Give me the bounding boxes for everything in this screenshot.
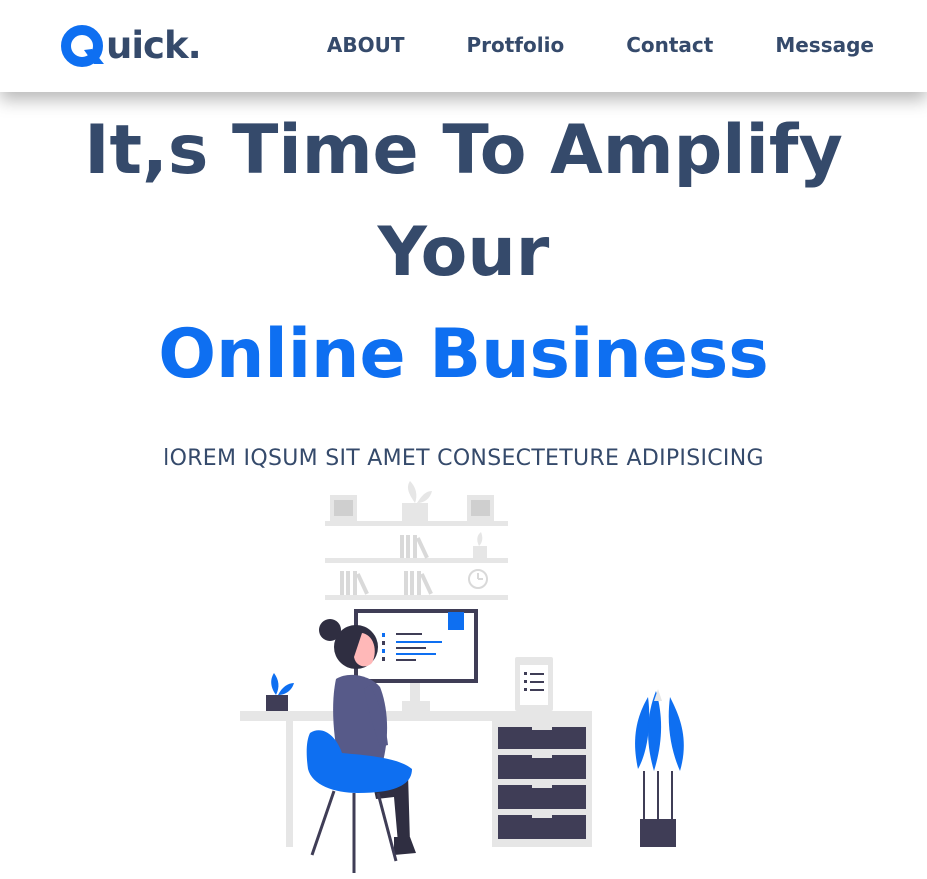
floor-plant xyxy=(635,689,684,847)
woman-at-desk-illustration xyxy=(240,481,684,873)
nav-contact[interactable]: Contact xyxy=(626,30,713,60)
desk-plant xyxy=(266,673,294,711)
hero-subtitle: lOREM IQSUM SIT AMET CONSECTETURE ADIPIS… xyxy=(163,446,764,471)
desk xyxy=(240,711,592,847)
brand-name: uick. xyxy=(106,24,202,67)
hero-section: It,s Time To Amplify Your Online Busines… xyxy=(0,100,927,406)
brand-logo[interactable]: uick. xyxy=(60,18,202,68)
tablet xyxy=(515,657,553,711)
bookshelf xyxy=(325,481,508,600)
hero-heading-line2: Your xyxy=(377,213,550,292)
nav-portfolio[interactable]: Protfolio xyxy=(466,30,564,60)
q-logo-icon xyxy=(61,25,104,67)
hero-heading-line3: Online Business xyxy=(158,315,769,394)
main-nav: ABOUT Protfolio Contact Message xyxy=(327,30,874,60)
nav-message[interactable]: Message xyxy=(775,30,874,60)
nav-about[interactable]: ABOUT xyxy=(327,30,405,60)
top-navbar: uick. ABOUT Protfolio Contact Message xyxy=(0,0,927,92)
hero-heading-line1: It,s Time To Amplify xyxy=(84,111,843,190)
